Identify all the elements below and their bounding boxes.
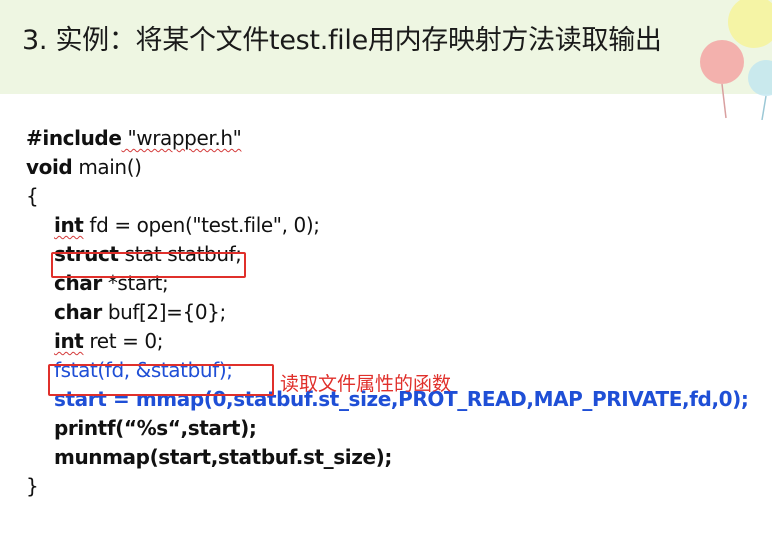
code-line-close-brace: } bbox=[26, 474, 39, 498]
code-text: main() bbox=[72, 155, 142, 179]
highlight-box-fstat bbox=[48, 364, 274, 396]
code-line-printf: printf(“%s“,start); bbox=[54, 416, 257, 440]
code-block: #include "wrapper.h" void main() { int f… bbox=[26, 124, 749, 501]
keyword: int bbox=[54, 329, 84, 353]
code-line-fd: int fd = open("test.file", 0); bbox=[26, 211, 749, 240]
code-text: ret = 0; bbox=[83, 329, 164, 353]
keyword: int bbox=[54, 213, 84, 237]
keyword: char bbox=[54, 300, 102, 324]
keyword: void bbox=[26, 155, 73, 179]
code-text: buf[2]={0}; bbox=[101, 300, 226, 324]
code-line-munmap: munmap(start,statbuf.st_size); bbox=[54, 445, 392, 469]
code-line-open-brace: { bbox=[26, 184, 39, 208]
code-line-ret: int ret = 0; bbox=[26, 327, 749, 356]
code-text: fd = open("test.file", 0); bbox=[83, 213, 320, 237]
code-line-include: #include "wrapper.h" bbox=[26, 124, 749, 153]
slide-title: 3. 实例：将某个文件test.file用内存映射方法读取输出 bbox=[22, 25, 662, 56]
keyword: #include bbox=[26, 126, 122, 150]
balloon-decoration-icon bbox=[700, 0, 772, 120]
code-line-buf: char buf[2]={0}; bbox=[26, 298, 749, 327]
annotation-label: 读取文件属性的函数 bbox=[280, 373, 452, 395]
code-line-main: void main() bbox=[26, 153, 749, 182]
highlight-box-struct bbox=[51, 252, 246, 278]
code-text: "wrapper.h" bbox=[121, 126, 242, 150]
